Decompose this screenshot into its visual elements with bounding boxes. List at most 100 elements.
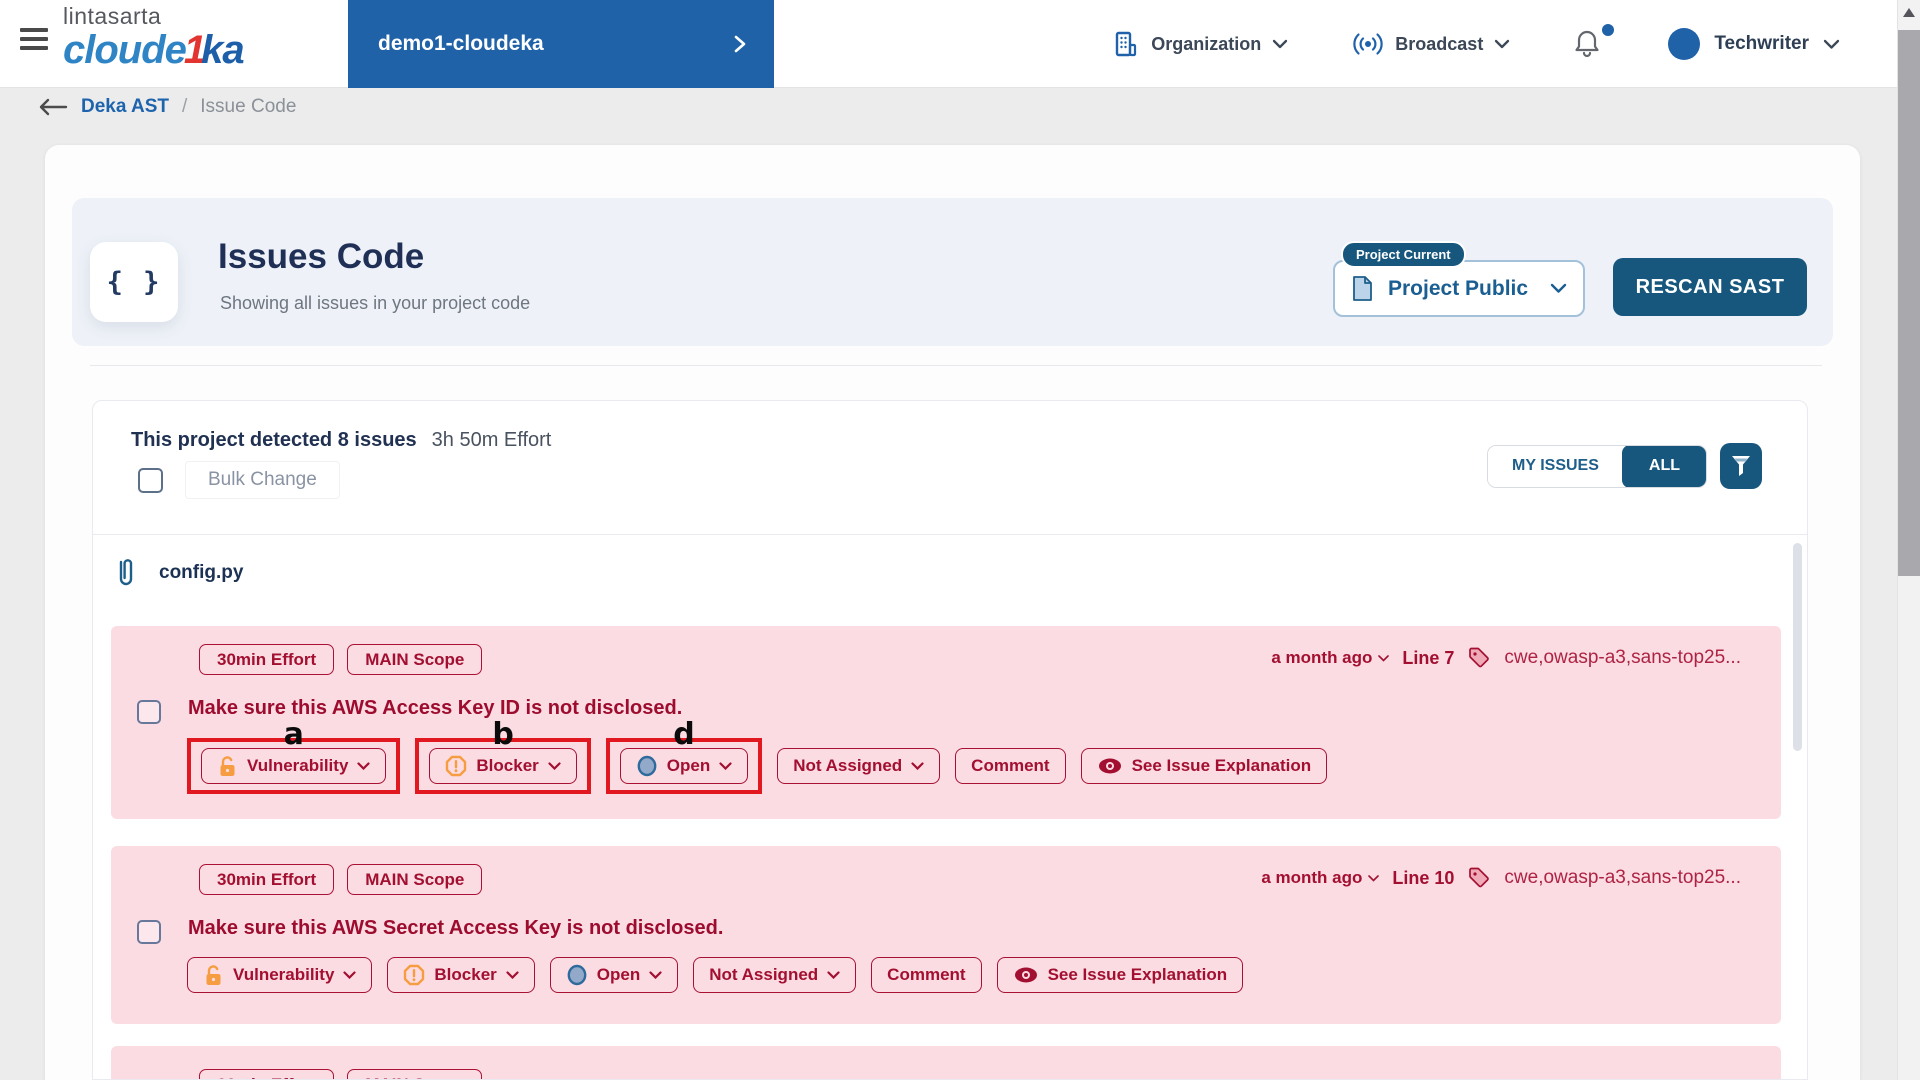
issue-severity-dropdown[interactable]: Blocker — [429, 748, 577, 784]
project-public-dropdown[interactable]: Project Public — [1333, 260, 1585, 317]
breadcrumb: Deka AST / Issue Code — [38, 96, 296, 118]
navbar-right-cluster: Organization Broadcast Techwriter — [1110, 0, 1840, 88]
user-name: Techwriter — [1714, 33, 1809, 54]
project-bar-label: demo1-cloudeka — [378, 32, 544, 55]
top-navbar: lintasarta cloude1ka demo1-cloudeka Orga… — [0, 0, 1897, 88]
brand-lintasarta: lintasarta — [63, 3, 162, 29]
file-name: config.py — [159, 562, 244, 583]
effort-badge: 30min Effort — [199, 644, 335, 675]
breadcrumb-separator: / — [182, 96, 188, 117]
issue-card: 30min Effort MAIN Scope a month ago Line… — [111, 846, 1781, 1024]
see-issue-explanation-button[interactable]: See Issue Explanation — [996, 957, 1244, 993]
breadcrumb-deka-ast[interactable]: Deka AST — [81, 96, 169, 118]
issue-tags[interactable]: cwe,owasp-a3,sans-top25... — [1504, 647, 1741, 669]
chevron-down-icon — [1368, 874, 1380, 882]
hamburger-menu-icon[interactable] — [20, 28, 48, 52]
issue-age-dropdown[interactable]: a month ago — [1271, 648, 1390, 668]
browser-scrollbar[interactable] — [1897, 0, 1920, 1080]
project-selector-bar[interactable]: demo1-cloudeka — [348, 0, 774, 88]
back-arrow-icon[interactable] — [38, 98, 68, 116]
issues-panel: This project detected 8 issues 3h 50m Ef… — [92, 400, 1808, 1080]
issue-status-dropdown[interactable]: Open — [619, 748, 749, 784]
breadcrumb-current: Issue Code — [200, 96, 297, 117]
chevron-down-icon — [357, 762, 371, 770]
blocker-octagon-icon — [404, 964, 425, 986]
header-divider — [90, 365, 1822, 366]
issue-title: Make sure this AWS Secret Access Key is … — [188, 917, 724, 939]
issue-checkbox[interactable] — [137, 700, 161, 724]
issue-line-number: Line 10 — [1392, 867, 1455, 888]
chevron-down-icon — [1823, 39, 1840, 49]
bulk-change-label: Bulk Change — [185, 461, 340, 499]
eye-icon — [1098, 758, 1121, 774]
avatar — [1668, 28, 1701, 60]
issue-card: 30min Effort MAIN Scope a month ago Line… — [111, 626, 1781, 819]
comment-button[interactable]: Comment — [871, 957, 982, 993]
chevron-down-icon — [548, 762, 561, 770]
annotation-letter-b: b — [492, 717, 514, 752]
code-braces-icon: { } — [90, 242, 178, 322]
project-current-badge: Project Current — [1341, 241, 1466, 268]
filter-button[interactable] — [1720, 443, 1762, 489]
issues-filter-toggle: MY ISSUES ALL — [1487, 444, 1707, 488]
chevron-down-icon — [827, 971, 840, 979]
page-title: Issues Code — [218, 237, 425, 276]
page-subtitle: Showing all issues in your project code — [220, 293, 531, 313]
issue-status-dropdown[interactable]: Open — [549, 957, 679, 993]
brand-cloudeka: cloude1ka — [63, 28, 245, 72]
summary-text: This project detected 8 issues — [131, 429, 417, 451]
file-row: config.py — [113, 556, 243, 590]
effort-badge: 30min Effort — [199, 864, 335, 895]
rescan-sast-button[interactable]: RESCAN SAST — [1613, 258, 1807, 316]
assignee-dropdown[interactable]: Not Assigned — [777, 748, 941, 784]
scrollbar-up-arrow[interactable] — [1903, 8, 1915, 17]
broadcast-label: Broadcast — [1395, 33, 1484, 54]
effort-badge: 30min Effort — [199, 1069, 335, 1079]
annotation-box-a: a Vulnerability — [187, 720, 401, 794]
bulk-change-checkbox[interactable] — [138, 467, 163, 493]
chevron-down-icon — [911, 762, 924, 770]
chevron-down-icon — [1378, 654, 1390, 662]
chevron-down-icon — [649, 971, 662, 979]
chevron-down-icon — [343, 971, 357, 979]
scope-badge: MAIN Scope — [347, 864, 483, 895]
panel-scrollbar-thumb[interactable] — [1793, 543, 1802, 751]
issue-card: 30min Effort MAIN Scope — [111, 1046, 1781, 1079]
issue-severity-dropdown[interactable]: Blocker — [387, 957, 535, 993]
tab-all[interactable]: ALL — [1621, 445, 1707, 487]
issue-checkbox[interactable] — [137, 920, 161, 944]
issue-line-number: Line 7 — [1402, 647, 1455, 668]
chevron-down-icon — [719, 762, 732, 770]
tag-icon — [1469, 867, 1490, 888]
blocker-octagon-icon — [446, 755, 467, 777]
issue-age-dropdown[interactable]: a month ago — [1261, 868, 1380, 888]
chevron-down-icon — [1495, 39, 1510, 49]
open-lock-icon — [220, 755, 235, 776]
user-menu[interactable]: Techwriter — [1668, 28, 1840, 60]
filter-controls: MY ISSUES ALL — [1487, 443, 1762, 489]
bell-icon — [1575, 30, 1599, 58]
broadcast-icon — [1352, 31, 1384, 57]
organization-label: Organization — [1151, 33, 1262, 54]
tag-icon — [1469, 647, 1490, 668]
issue-tags[interactable]: cwe,owasp-a3,sans-top25... — [1504, 867, 1741, 889]
open-status-circle-icon — [637, 755, 657, 777]
scrollbar-thumb[interactable] — [1898, 30, 1920, 576]
issue-type-dropdown[interactable]: Vulnerability — [201, 748, 387, 784]
chevron-down-icon — [1550, 283, 1567, 293]
notifications-bell[interactable] — [1572, 24, 1615, 60]
annotation-letter-a: a — [283, 717, 304, 752]
broadcast-menu[interactable]: Broadcast — [1352, 31, 1510, 57]
assignee-dropdown[interactable]: Not Assigned — [693, 957, 857, 993]
issue-type-dropdown[interactable]: Vulnerability — [187, 957, 373, 993]
see-issue-explanation-button[interactable]: See Issue Explanation — [1080, 748, 1328, 784]
brand-logo: lintasarta cloude1ka — [63, 3, 245, 72]
document-icon — [1353, 276, 1372, 301]
scope-badge: MAIN Scope — [347, 1069, 483, 1079]
organization-menu[interactable]: Organization — [1110, 29, 1288, 59]
open-lock-icon — [206, 964, 221, 985]
bulk-change-row: Bulk Change — [138, 461, 340, 499]
annotation-letter-d: d — [673, 717, 695, 752]
comment-button[interactable]: Comment — [955, 748, 1066, 784]
tab-my-issues[interactable]: MY ISSUES — [1488, 445, 1623, 487]
